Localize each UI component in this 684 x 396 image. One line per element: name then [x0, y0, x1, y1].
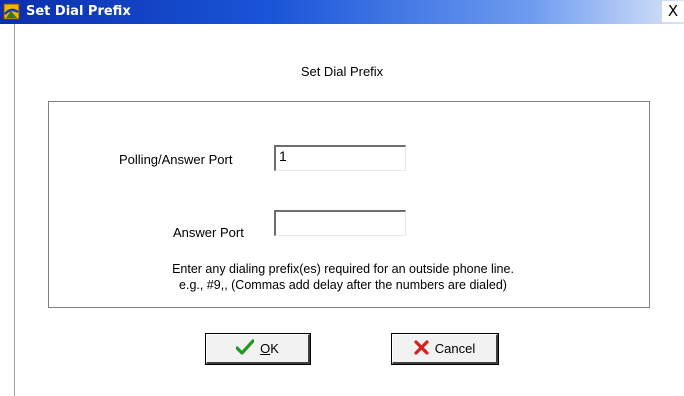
x-mark-icon — [414, 339, 429, 358]
hint-line-2: e.g., #9,, (Commas add delay after the n… — [179, 278, 507, 292]
ok-button[interactable]: OK — [205, 333, 311, 365]
cancel-label: Cancel — [434, 341, 476, 356]
window-title: Set Dial Prefix — [26, 4, 131, 19]
answer-port-input[interactable] — [274, 210, 406, 236]
cancel-button[interactable]: Cancel — [391, 333, 499, 365]
polling-answer-port-input[interactable]: 1 — [274, 145, 406, 171]
modem-app-icon[interactable] — [3, 3, 20, 20]
title-bar[interactable]: Set Dial Prefix X — [0, 0, 684, 24]
checkmark-icon — [235, 339, 255, 358]
window-left-edge — [14, 24, 15, 396]
dialog-heading: Set Dial Prefix — [300, 64, 384, 79]
answer-port-label: Answer Port — [173, 225, 244, 240]
close-button[interactable]: X — [662, 1, 684, 22]
hint-line-1: Enter any dialing prefix(es) required fo… — [172, 262, 514, 276]
ok-label: OK — [260, 341, 279, 356]
close-icon[interactable]: X — [668, 2, 678, 20]
polling-answer-port-label: Polling/Answer Port — [119, 152, 233, 167]
